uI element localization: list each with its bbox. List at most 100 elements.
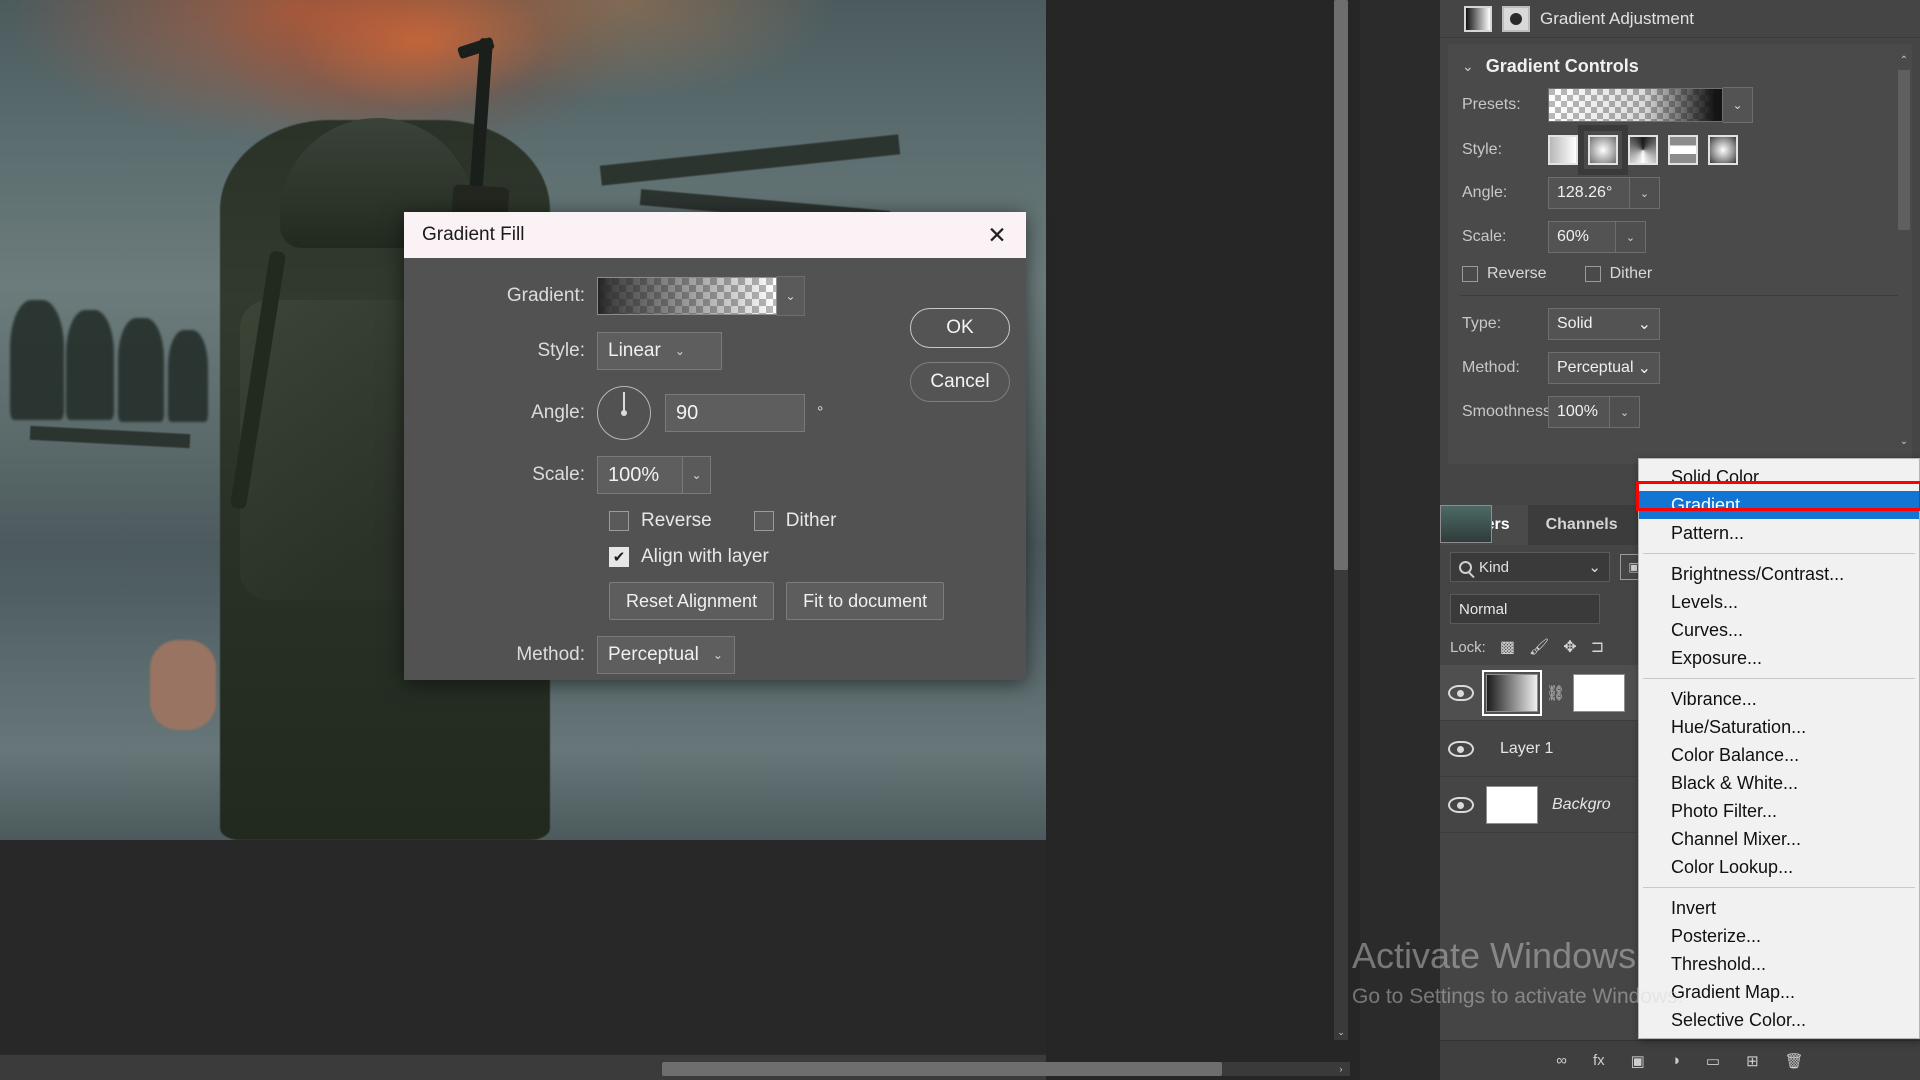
- new-group-icon[interactable]: ▭: [1706, 1052, 1720, 1070]
- menu-item-invert[interactable]: Invert: [1639, 894, 1919, 922]
- panel-angle-input[interactable]: 128.26°: [1548, 177, 1630, 209]
- ok-button[interactable]: OK: [910, 308, 1010, 348]
- panel-method-select[interactable]: Perceptual ⌄: [1548, 352, 1660, 384]
- style-angle-button[interactable]: [1628, 135, 1658, 165]
- menu-item-color-balance[interactable]: Color Balance...: [1639, 741, 1919, 769]
- blend-mode-select[interactable]: Normal: [1450, 594, 1600, 624]
- layer-kind-value: Kind: [1479, 559, 1509, 576]
- canvas-horizontal-scroll-thumb[interactable]: [662, 1062, 1222, 1076]
- add-mask-icon[interactable]: ▣: [1631, 1052, 1645, 1070]
- panel-type-select[interactable]: Solid ⌄: [1548, 308, 1660, 340]
- layer-thumbnail[interactable]: [1486, 786, 1538, 824]
- scale-input[interactable]: 100%: [597, 456, 683, 494]
- gradient-thumbnail-icon[interactable]: [1464, 6, 1492, 32]
- cancel-button[interactable]: Cancel: [910, 362, 1010, 402]
- dialog-titlebar[interactable]: Gradient Fill ✕: [404, 212, 1026, 258]
- chevron-down-icon[interactable]: ⌄: [1462, 58, 1474, 75]
- method-label: Method:: [404, 644, 597, 666]
- scroll-down-icon[interactable]: ⌄: [1334, 1024, 1348, 1040]
- chevron-down-icon[interactable]: ⌄: [1723, 87, 1753, 123]
- menu-item-brightness-contrast[interactable]: Brightness/Contrast...: [1639, 560, 1919, 588]
- link-icon[interactable]: ⛓: [1546, 684, 1565, 702]
- layer-visibility-icon[interactable]: [1448, 683, 1474, 703]
- menu-item-threshold[interactable]: Threshold...: [1639, 950, 1919, 978]
- align-with-layer-checkbox[interactable]: [609, 547, 629, 567]
- style-diamond-button[interactable]: [1708, 135, 1738, 165]
- angle-dial[interactable]: [597, 386, 651, 440]
- menu-item-color-lookup[interactable]: Color Lookup...: [1639, 853, 1919, 881]
- adjustment-layer-icon[interactable]: ◑: [1671, 1052, 1680, 1069]
- layer-thumbnail[interactable]: [1440, 505, 1492, 543]
- chevron-down-icon[interactable]: ⌄: [1616, 221, 1646, 253]
- scroll-down-icon[interactable]: ⌄: [1898, 435, 1910, 449]
- menu-item-solid-color[interactable]: Solid Color...: [1639, 463, 1919, 491]
- layer-mask-thumbnail[interactable]: [1573, 674, 1625, 712]
- layer-thumbnail[interactable]: [1486, 674, 1538, 712]
- properties-panel-scrollbar[interactable]: ⌃ ⌄: [1898, 54, 1910, 449]
- menu-item-vibrance[interactable]: Vibrance...: [1639, 685, 1919, 713]
- dither-checkbox[interactable]: [754, 511, 774, 531]
- panel-divider: [1460, 295, 1900, 296]
- style-select[interactable]: Linear ⌄: [597, 332, 722, 370]
- layer-style-icon[interactable]: fx: [1593, 1052, 1605, 1069]
- menu-item-hue-saturation[interactable]: Hue/Saturation...: [1639, 713, 1919, 741]
- canvas-horizontal-scrollbar[interactable]: ›: [660, 1062, 1350, 1076]
- fit-to-document-button[interactable]: Fit to document: [786, 582, 944, 620]
- menu-item-photo-filter[interactable]: Photo Filter...: [1639, 797, 1919, 825]
- layer-visibility-icon[interactable]: [1448, 795, 1474, 815]
- properties-scroll-thumb[interactable]: [1898, 70, 1910, 230]
- menu-item-black-and-white[interactable]: Black & White...: [1639, 769, 1919, 797]
- layer-kind-filter[interactable]: Kind ⌄: [1450, 552, 1610, 582]
- lock-artboard-icon[interactable]: ⊐: [1591, 637, 1604, 657]
- gradient-preview-swatch[interactable]: [597, 277, 777, 315]
- angle-label: Angle:: [404, 402, 597, 424]
- menu-item-exposure[interactable]: Exposure...: [1639, 644, 1919, 672]
- canvas-vertical-scroll-thumb[interactable]: [1334, 0, 1348, 570]
- chevron-down-icon[interactable]: ⌄: [1610, 396, 1640, 428]
- menu-item-channel-mixer[interactable]: Channel Mixer...: [1639, 825, 1919, 853]
- mask-thumbnail-icon[interactable]: [1502, 6, 1530, 32]
- adjustment-layer-context-menu[interactable]: Solid Color... Gradient... Pattern... Br…: [1638, 458, 1920, 1039]
- link-layers-icon[interactable]: ∞: [1556, 1052, 1567, 1069]
- chevron-down-icon[interactable]: ⌄: [777, 276, 805, 316]
- presets-gradient-swatch[interactable]: [1548, 88, 1723, 122]
- style-radial-button[interactable]: [1588, 135, 1618, 165]
- menu-item-pattern[interactable]: Pattern...: [1639, 519, 1919, 547]
- dialog-title: Gradient Fill: [422, 224, 974, 246]
- new-layer-icon[interactable]: ⊞: [1746, 1052, 1759, 1070]
- panel-dither-checkbox[interactable]: [1585, 266, 1601, 282]
- reverse-label: Reverse: [641, 510, 712, 532]
- lock-transparent-pixels-icon[interactable]: ▩: [1500, 637, 1515, 657]
- scroll-up-icon[interactable]: ⌃: [1898, 54, 1910, 68]
- delete-layer-icon[interactable]: 🗑: [1785, 1052, 1804, 1070]
- gradient-fill-dialog[interactable]: Gradient Fill ✕ Gradient: ⌄ Style: Linea…: [404, 212, 1026, 680]
- angle-dial-hub: [621, 410, 627, 416]
- panel-scale-input[interactable]: 60%: [1548, 221, 1616, 253]
- menu-item-gradient-map[interactable]: Gradient Map...: [1639, 978, 1919, 1006]
- gradient-controls-header[interactable]: ⌄ Gradient Controls: [1448, 54, 1912, 87]
- layer-visibility-icon[interactable]: [1448, 739, 1474, 759]
- style-linear-button[interactable]: [1548, 135, 1578, 165]
- method-select[interactable]: Perceptual ⌄: [597, 636, 735, 674]
- reverse-checkbox[interactable]: [609, 511, 629, 531]
- scroll-right-icon[interactable]: ›: [1334, 1062, 1348, 1076]
- menu-item-levels[interactable]: Levels...: [1639, 588, 1919, 616]
- panel-reverse-checkbox[interactable]: [1462, 266, 1478, 282]
- lock-position-icon[interactable]: ✥: [1563, 637, 1576, 657]
- chevron-down-icon[interactable]: ⌄: [1630, 177, 1660, 209]
- menu-item-selective-color[interactable]: Selective Color...: [1639, 1006, 1919, 1034]
- gradient-label: Gradient:: [404, 285, 597, 307]
- panel-smoothness-input[interactable]: 100%: [1548, 396, 1610, 428]
- menu-item-gradient[interactable]: Gradient...: [1639, 491, 1919, 519]
- tab-channels[interactable]: Channels: [1528, 505, 1636, 545]
- chevron-down-icon[interactable]: ⌄: [683, 456, 711, 494]
- canvas-vertical-scrollbar[interactable]: ⌄: [1334, 0, 1348, 1040]
- style-reflected-button[interactable]: [1668, 135, 1698, 165]
- menu-item-curves[interactable]: Curves...: [1639, 616, 1919, 644]
- menu-item-posterize[interactable]: Posterize...: [1639, 922, 1919, 950]
- reset-alignment-button[interactable]: Reset Alignment: [609, 582, 774, 620]
- lock-image-pixels-icon[interactable]: 🖌: [1529, 637, 1549, 657]
- angle-input[interactable]: 90: [665, 394, 805, 432]
- layer-name: Layer 1: [1500, 740, 1553, 758]
- close-icon[interactable]: ✕: [974, 215, 1020, 255]
